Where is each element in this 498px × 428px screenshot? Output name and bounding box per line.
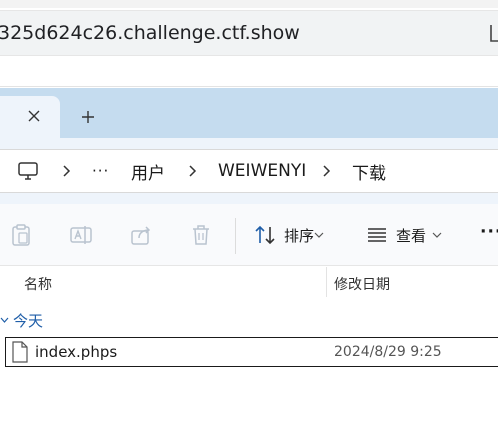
column-divider[interactable] — [326, 267, 327, 297]
chevron-down-icon[interactable] — [0, 312, 10, 328]
chevron-right-icon[interactable] — [61, 150, 71, 192]
plus-icon[interactable] — [76, 105, 100, 129]
delete-icon[interactable] — [188, 222, 214, 248]
more-options-button[interactable]: ··· — [480, 222, 498, 242]
file-name[interactable]: index.phps — [35, 343, 117, 361]
group-label: 今天 — [13, 312, 44, 330]
chevron-down-icon[interactable] — [430, 222, 444, 248]
file-modified-date: 2024/8/29 9:25 — [334, 344, 442, 360]
column-header-date-modified[interactable]: 修改日期 — [334, 274, 390, 294]
sort-button[interactable]: 排序 — [284, 225, 314, 246]
command-bar: 排序 查看 ··· — [0, 204, 498, 266]
view-icon[interactable] — [364, 222, 390, 248]
rename-icon[interactable] — [68, 222, 94, 248]
computer-icon[interactable] — [17, 150, 39, 192]
explorer-tab-strip — [0, 88, 498, 138]
breadcrumb-item-downloads[interactable]: 下载 — [352, 150, 386, 192]
breadcrumb-item-user-folder[interactable]: WEIWENYI — [218, 150, 306, 192]
explorer-tab-active[interactable] — [0, 96, 60, 138]
file-icon — [11, 341, 31, 363]
browser-content-gap — [0, 57, 498, 87]
chevron-right-icon[interactable] — [187, 150, 197, 192]
browser-address-bar[interactable]: 325d624c26.challenge.ctf.show — [0, 10, 498, 56]
sort-icon[interactable] — [252, 222, 278, 248]
view-button[interactable]: 查看 — [396, 225, 426, 246]
column-header-name[interactable]: 名称 — [24, 274, 52, 294]
file-row[interactable]: index.phps 2024/8/29 9:25 — [5, 337, 498, 367]
paste-icon[interactable] — [8, 222, 34, 248]
address-url[interactable]: 325d624c26.challenge.ctf.show — [0, 22, 300, 44]
column-header-row: 名称 修改日期 — [0, 267, 498, 297]
chevron-right-icon[interactable] — [321, 150, 331, 192]
share-icon[interactable] — [128, 222, 154, 248]
browser-titlebar — [0, 0, 498, 8]
navigation-row: ··· 用户 WEIWENYI 下载 — [0, 138, 498, 204]
breadcrumb-overflow[interactable]: ··· — [92, 150, 109, 192]
breadcrumb[interactable]: ··· 用户 WEIWENYI 下载 — [0, 149, 498, 193]
toolbar-divider — [235, 218, 236, 254]
close-icon[interactable] — [22, 104, 46, 128]
chevron-down-icon[interactable] — [312, 222, 326, 248]
reader-mode-icon[interactable] — [489, 23, 498, 48]
breadcrumb-item-users[interactable]: 用户 — [131, 150, 165, 192]
